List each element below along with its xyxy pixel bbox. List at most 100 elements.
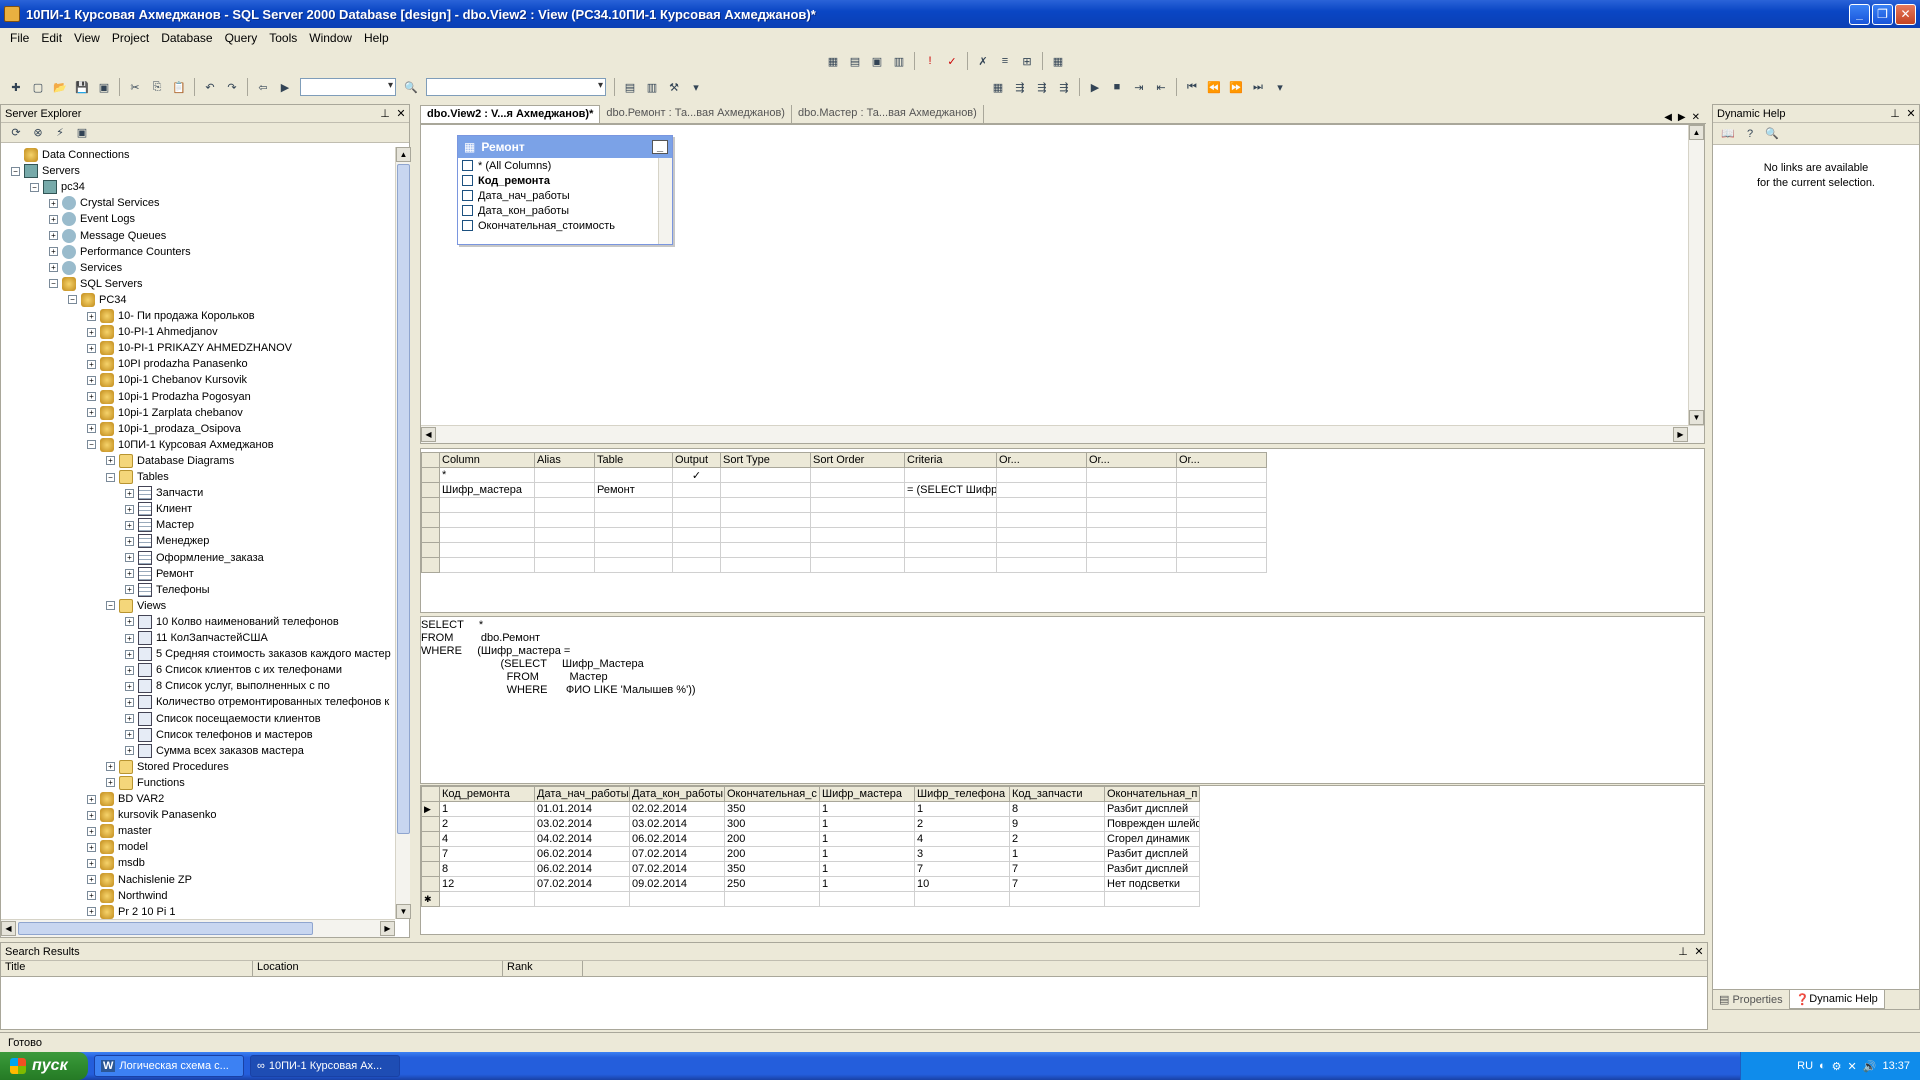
tab-remont[interactable]: dbo.Ремонт : Та...вая Ахмеджанов): [600, 105, 792, 123]
expand-icon[interactable]: +: [125, 536, 134, 546]
grid-cell[interactable]: [672, 512, 721, 528]
field-checkbox[interactable]: [462, 190, 473, 201]
results-grid[interactable]: Код_ремонта Дата_нач_работы Дата_кон_работ…: [421, 786, 1200, 907]
result-cell[interactable]: 200: [724, 846, 820, 862]
expand-icon[interactable]: +: [87, 311, 96, 321]
result-cell[interactable]: 7: [914, 861, 1010, 877]
pin-icon[interactable]: ⊥: [377, 107, 393, 120]
grid-cell[interactable]: [439, 542, 535, 558]
expand-icon[interactable]: +: [125, 730, 134, 740]
column-rank[interactable]: Rank: [503, 961, 583, 976]
sql-pane-icon[interactable]: ▣: [869, 53, 885, 69]
result-cell[interactable]: 2: [439, 816, 535, 832]
result-cell[interactable]: 8: [439, 861, 535, 877]
grid-cell[interactable]: [720, 527, 811, 543]
tree-node[interactable]: +5 Средняя стоимость заказов каждого мас…: [125, 646, 391, 662]
result-cell[interactable]: 200: [724, 831, 820, 847]
tree-node[interactable]: +10pi-1 Chebanov Kursovik: [87, 372, 247, 388]
result-cell[interactable]: 02.02.2014: [629, 801, 725, 817]
field-checkbox[interactable]: [462, 220, 473, 231]
menu-window[interactable]: Window: [303, 31, 358, 45]
tree-node[interactable]: + Оформление_заказа: [125, 550, 264, 566]
tree-node[interactable]: + Stored Procedures: [106, 759, 229, 775]
grid-cell[interactable]: [439, 497, 535, 513]
expand-icon[interactable]: +: [125, 504, 134, 514]
expand-icon[interactable]: +: [87, 408, 96, 418]
results-pane-icon[interactable]: ▥: [891, 53, 907, 69]
redo-icon[interactable]: ↷: [224, 79, 240, 95]
step-icon[interactable]: ⇥: [1131, 79, 1147, 95]
tree-node[interactable]: + Performance Counters: [49, 244, 191, 260]
grid-column-header[interactable]: Column: [439, 452, 535, 468]
expand-icon[interactable]: +: [125, 633, 134, 643]
copy-icon[interactable]: ⎘: [149, 79, 165, 95]
tray-icon[interactable]: ✕: [1848, 1060, 1857, 1073]
scroll-left-icon[interactable]: ◀: [421, 427, 436, 442]
layout-icon-2[interactable]: ⇶: [1012, 79, 1028, 95]
tree-node[interactable]: − Servers: [11, 163, 80, 179]
tree-node[interactable]: +10PI prodazha Panasenko: [87, 356, 248, 372]
grid-cell[interactable]: [1176, 527, 1267, 543]
result-column-header[interactable]: Дата_кон_работы: [629, 786, 725, 802]
result-cell[interactable]: [1104, 891, 1200, 907]
tree-hscroll-thumb[interactable]: [18, 922, 313, 935]
grid-cell[interactable]: [996, 527, 1087, 543]
expand-icon[interactable]: +: [125, 746, 134, 756]
expand-icon[interactable]: +: [87, 907, 96, 917]
result-cell[interactable]: 9: [1009, 816, 1105, 832]
grid-cell[interactable]: [810, 512, 905, 528]
taskbar-item-visual-studio[interactable]: ∞ 10ПИ-1 Курсовая Ах...: [250, 1055, 400, 1077]
result-cell[interactable]: 2: [1009, 831, 1105, 847]
grid-cell[interactable]: [1176, 542, 1267, 558]
field-data-nach[interactable]: Дата_нач_работы: [458, 188, 672, 203]
grid-column-header[interactable]: Alias: [534, 452, 595, 468]
grid-cell[interactable]: [1086, 482, 1177, 498]
grid-cell[interactable]: [1176, 557, 1267, 573]
result-cell[interactable]: 1: [819, 861, 915, 877]
menu-tools[interactable]: Tools: [263, 31, 303, 45]
expand-icon[interactable]: +: [125, 681, 134, 691]
grid-cell[interactable]: [534, 467, 595, 483]
tree-node[interactable]: + Services: [49, 260, 122, 276]
expand-icon[interactable]: +: [87, 891, 96, 901]
search-icon[interactable]: 🔍: [1764, 126, 1780, 142]
grid-cell[interactable]: Ремонт: [594, 482, 673, 498]
grid-column-header[interactable]: Or...: [996, 452, 1087, 468]
expand-icon[interactable]: +: [125, 697, 134, 707]
result-cell[interactable]: 06.02.2014: [534, 846, 630, 862]
result-cell[interactable]: Сгорел динамик: [1104, 831, 1200, 847]
grid-cell[interactable]: [996, 542, 1087, 558]
scroll-right-icon[interactable]: ▶: [380, 921, 395, 936]
tree-node[interactable]: Data Connections: [11, 147, 129, 163]
minimize-button[interactable]: _: [1849, 3, 1870, 25]
tree-node[interactable]: +10pi-1 Prodazha Pogosyan: [87, 389, 251, 405]
collapse-icon[interactable]: −: [106, 601, 115, 611]
grid-cell[interactable]: [594, 467, 673, 483]
grid-column-header[interactable]: Output: [672, 452, 721, 468]
start-button[interactable]: пуск: [0, 1052, 88, 1080]
grid-cell[interactable]: [1176, 497, 1267, 513]
grid-cell[interactable]: [996, 497, 1087, 513]
more-tools-icon[interactable]: ▾: [688, 79, 704, 95]
grid-cell[interactable]: [904, 542, 997, 558]
expand-icon[interactable]: +: [125, 520, 134, 530]
refresh-icon[interactable]: ⟳: [8, 125, 24, 141]
grid-cell[interactable]: [1086, 512, 1177, 528]
tree-node[interactable]: + Запчасти: [125, 485, 203, 501]
grid-column-header[interactable]: Sort Order: [810, 452, 905, 468]
next-icon[interactable]: ⏩: [1228, 79, 1244, 95]
language-indicator[interactable]: RU: [1797, 1060, 1813, 1072]
tree-node[interactable]: + Pr 2 10 Pi 1: [87, 904, 175, 919]
expand-icon[interactable]: +: [87, 424, 96, 434]
tree-node[interactable]: + Список посещаемости клиентов: [125, 711, 321, 727]
tree-node[interactable]: +11 КолЗапчастейСША: [125, 630, 268, 646]
tree-node[interactable]: + Northwind: [87, 888, 168, 904]
configuration-combo[interactable]: [300, 78, 396, 96]
result-column-header[interactable]: Код_ремонта: [439, 786, 535, 802]
result-cell[interactable]: 1: [819, 846, 915, 862]
tree-node[interactable]: + Телефоны: [125, 582, 210, 598]
grid-cell[interactable]: [534, 497, 595, 513]
menu-help[interactable]: Help: [358, 31, 395, 45]
result-cell[interactable]: 4: [914, 831, 1010, 847]
expand-icon[interactable]: +: [49, 247, 58, 257]
